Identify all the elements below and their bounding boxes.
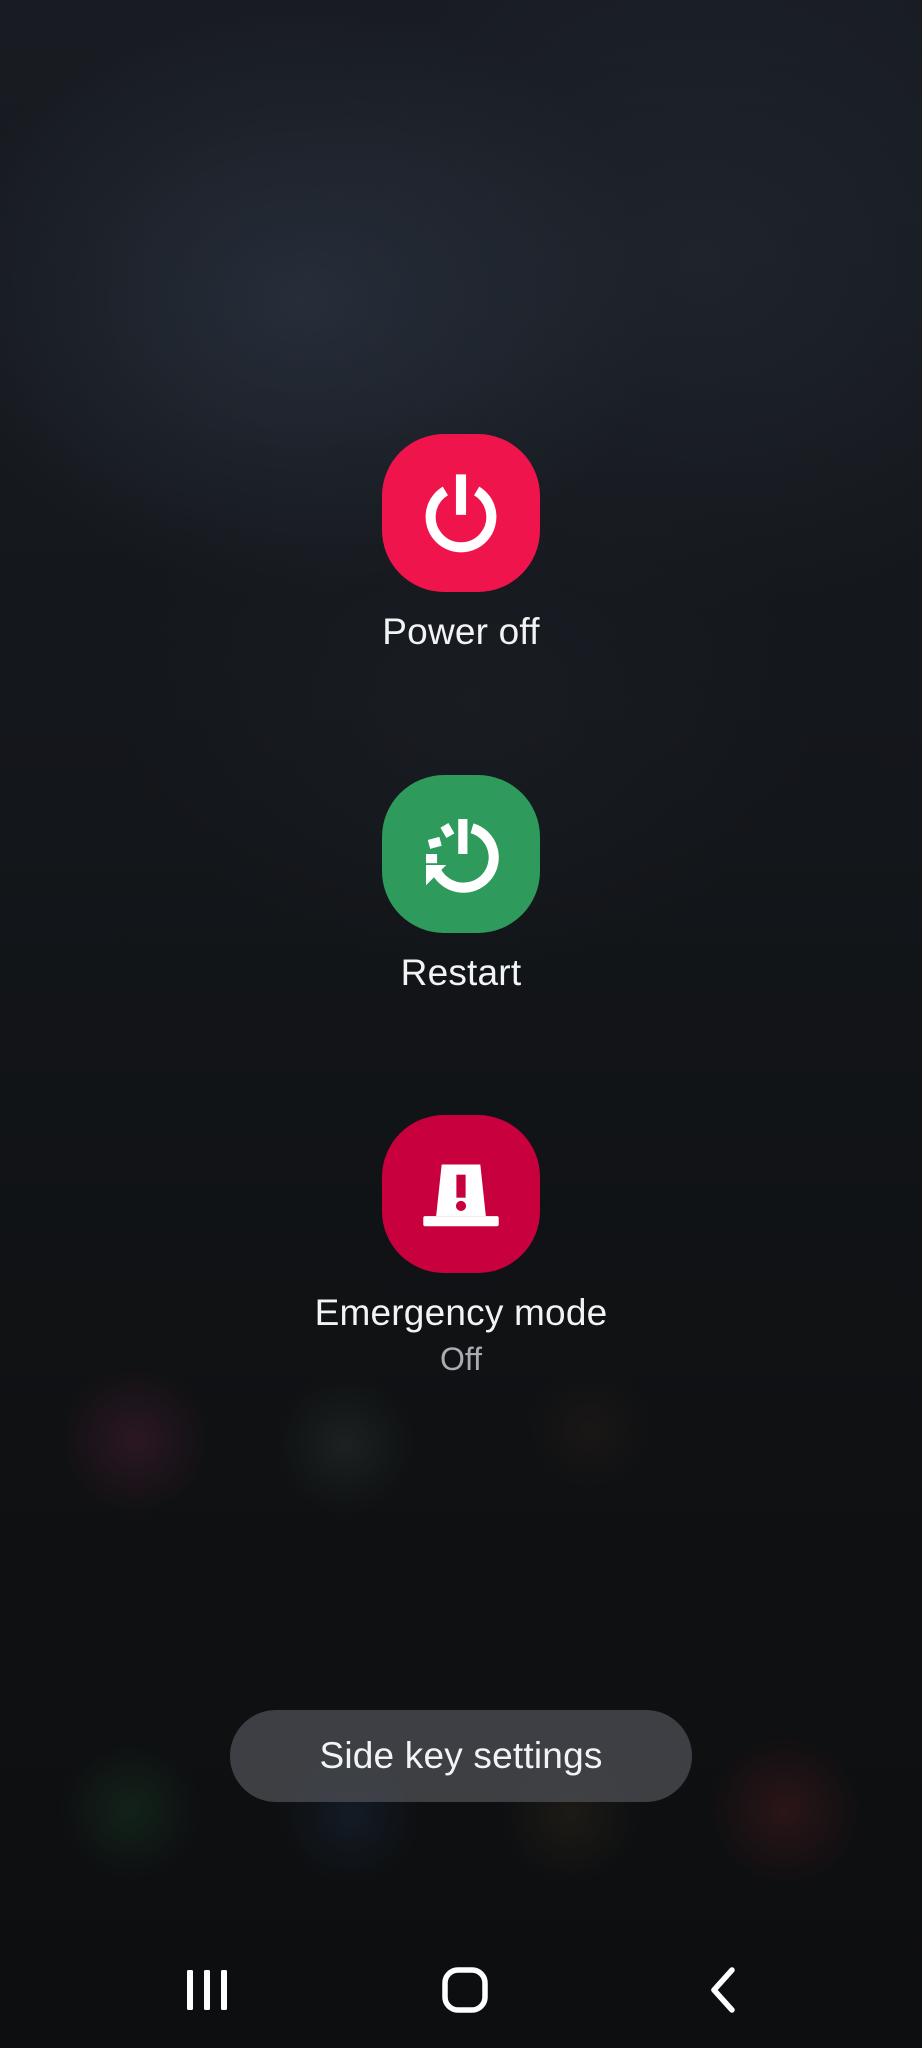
home-icon <box>442 1967 488 2013</box>
power-off-option[interactable]: Power off <box>0 434 922 654</box>
back-icon <box>711 1967 735 2013</box>
restart-option[interactable]: Restart <box>0 775 922 995</box>
home-button[interactable] <box>405 1940 525 2040</box>
restart-icon <box>426 819 499 893</box>
back-button[interactable] <box>664 1940 784 2040</box>
emergency-mode-status: Off <box>439 1341 483 1377</box>
recents-button[interactable] <box>147 1940 267 2040</box>
power-icon <box>425 474 497 553</box>
navigation-bar <box>0 1940 922 2040</box>
power-off-label: Power off <box>382 611 540 652</box>
power-off-button[interactable] <box>382 434 540 592</box>
restart-label: Restart <box>400 952 522 993</box>
emergency-mode-option[interactable]: Emergency mode Off <box>0 1115 922 1379</box>
emergency-mode-label: Emergency mode <box>314 1292 608 1333</box>
recents-icon <box>187 1970 227 2010</box>
restart-button[interactable] <box>382 775 540 933</box>
side-key-settings-button[interactable]: Side key settings <box>230 1710 692 1802</box>
emergency-mode-button[interactable] <box>382 1115 540 1273</box>
emergency-light-icon <box>423 1164 499 1227</box>
